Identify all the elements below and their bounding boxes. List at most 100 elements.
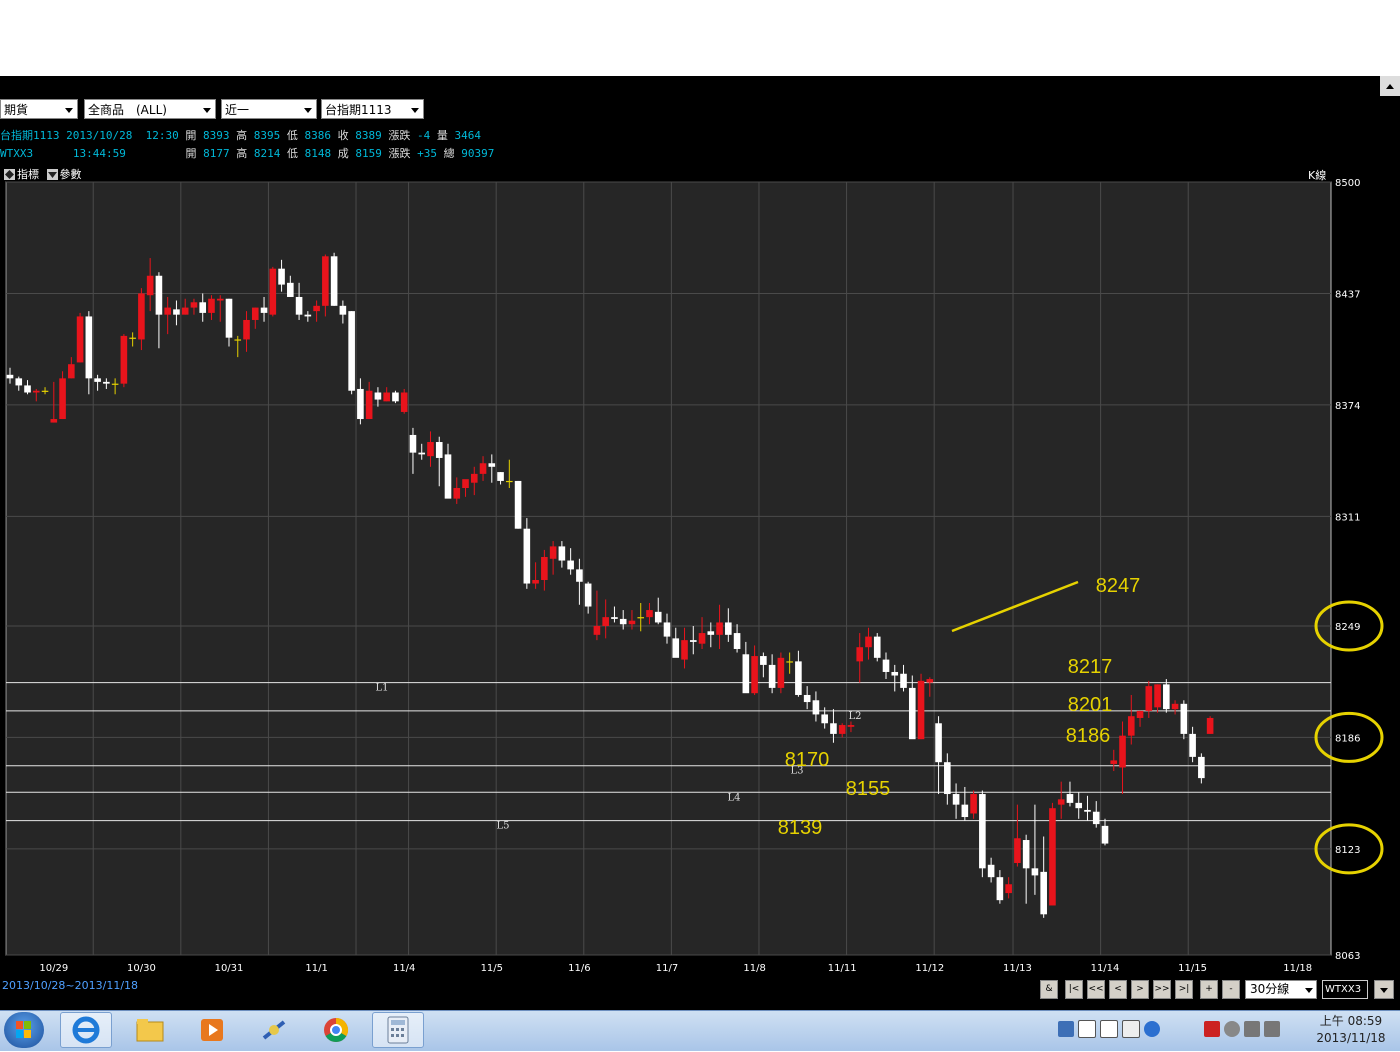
satellite-icon — [262, 1020, 286, 1040]
antivirus-icon[interactable] — [1204, 1021, 1220, 1037]
quote2-high: 8214 — [253, 147, 281, 160]
last-button[interactable]: >| — [1175, 980, 1193, 999]
candle-body — [961, 804, 969, 818]
x-tick-label: 11/13 — [1003, 963, 1032, 974]
media-taskbar-button[interactable] — [186, 1012, 238, 1048]
type-select[interactable]: 期貨 — [0, 99, 78, 119]
candle-body — [103, 381, 110, 384]
candle-body — [1022, 840, 1030, 869]
candle-body — [1180, 703, 1188, 734]
candle-body — [1075, 802, 1083, 809]
candle-body — [646, 610, 653, 618]
tray-arrow-icon[interactable] — [1164, 1021, 1180, 1037]
symbol-select-value: 台指期1113 — [325, 103, 392, 117]
zoom-out-button[interactable]: - — [1222, 980, 1240, 999]
y-tick-label: 8374 — [1335, 401, 1360, 412]
half-width-icon[interactable] — [1100, 1020, 1118, 1038]
product-select[interactable]: 全商品 (ALL) — [84, 99, 216, 119]
explorer-taskbar-button[interactable] — [124, 1012, 176, 1048]
candle-body — [251, 307, 259, 320]
folder-icon — [136, 1019, 164, 1042]
candle-body — [593, 625, 601, 635]
x-tick-label: 11/1 — [305, 963, 327, 974]
quote-line-1: 台指期1113 2013/10/28 12:30 開 8393 高 8395 低… — [0, 127, 481, 143]
candle-body — [917, 680, 925, 740]
chevron-down-icon — [304, 108, 312, 113]
quote2-open: 8177 — [203, 147, 230, 160]
quote2-time: 13:44:59 — [72, 147, 126, 160]
candle-body — [15, 378, 23, 386]
amp-button[interactable]: & — [1040, 980, 1058, 999]
date-range-label: 2013/10/28~2013/11/18 — [2, 979, 139, 992]
candle-body — [1206, 717, 1214, 734]
x-tick-label: 11/15 — [1178, 963, 1207, 974]
fast-back-button[interactable]: << — [1087, 980, 1105, 999]
annotation-label: 8217 — [1068, 656, 1113, 678]
ie-taskbar-button[interactable] — [60, 1012, 112, 1048]
candle-body — [129, 337, 136, 339]
zoom-in-button[interactable]: + — [1200, 980, 1218, 999]
x-tick-label: 11/7 — [656, 963, 678, 974]
font-a-icon[interactable] — [1078, 1020, 1096, 1038]
candle-body — [120, 335, 128, 384]
x-tick-label: 10/31 — [215, 963, 244, 974]
contract-select[interactable]: 近一 — [221, 99, 317, 119]
candle-body — [514, 480, 522, 529]
forward-button[interactable]: > — [1131, 980, 1149, 999]
candle-body — [190, 302, 198, 308]
fast-forward-button[interactable]: >> — [1153, 980, 1171, 999]
ime-icon[interactable] — [1058, 1021, 1074, 1037]
candle-body — [1198, 756, 1205, 779]
tray-up-icon[interactable] — [1184, 1021, 1200, 1037]
candle-body — [173, 309, 180, 315]
chevron-down-icon — [411, 108, 419, 113]
candle-body — [681, 640, 688, 660]
start-button[interactable] — [4, 1012, 44, 1048]
calculator-taskbar-button[interactable] — [372, 1012, 424, 1048]
interval-select[interactable]: 30分線 — [1245, 980, 1317, 999]
quote2-name: WTXX3 — [0, 147, 34, 160]
candle-body — [1127, 716, 1135, 736]
candle-body — [733, 633, 741, 649]
candlestick-chart[interactable]: L1L2L3L4L5 85008437837483118249818681238… — [0, 175, 1400, 985]
candle-body — [619, 618, 627, 625]
chrome-taskbar-button[interactable] — [310, 1012, 362, 1048]
candle-body — [865, 636, 872, 648]
candle-body — [181, 307, 189, 315]
candle-body — [365, 390, 373, 420]
candle-body — [698, 633, 706, 644]
volume-icon[interactable] — [1264, 1021, 1280, 1037]
code-input[interactable]: WTXX3 — [1322, 980, 1368, 999]
candle-body — [970, 794, 977, 814]
candle-body — [803, 694, 811, 703]
candle-body — [1189, 733, 1196, 757]
y-tick-label: 8311 — [1335, 512, 1360, 523]
candle-body — [146, 275, 154, 296]
app-taskbar-button[interactable] — [248, 1012, 300, 1048]
code-dropdown-button[interactable] — [1374, 980, 1394, 999]
x-tick-label: 11/6 — [568, 963, 590, 974]
quote2-chg-label: 漲跌 — [388, 147, 411, 160]
chevron-down-icon — [203, 108, 211, 113]
symbol-select[interactable]: 台指期1113 — [321, 99, 424, 119]
x-tick-label: 11/11 — [828, 963, 857, 974]
back-button[interactable]: < — [1109, 980, 1127, 999]
candle-body — [777, 657, 785, 688]
keyboard-icon[interactable] — [1122, 1020, 1140, 1038]
candle-body — [1031, 868, 1039, 876]
hline-label: L5 — [496, 821, 509, 832]
clock-date: 2013/11/18 — [1316, 1031, 1386, 1045]
hline-label: L2 — [848, 711, 861, 722]
y-tick-label: 8249 — [1335, 622, 1360, 633]
taskbar-clock[interactable]: 上午 08:59 2013/11/18 — [1306, 1013, 1396, 1047]
candle-body — [944, 762, 951, 795]
candle-body — [856, 647, 864, 662]
candle-body — [383, 392, 390, 402]
scroll-up-button[interactable] — [1380, 76, 1400, 96]
candle-body — [882, 659, 890, 672]
network-icon[interactable] — [1244, 1021, 1260, 1037]
help-icon[interactable] — [1144, 1021, 1160, 1037]
bluetooth-icon[interactable] — [1224, 1021, 1240, 1037]
hline-label: L4 — [727, 792, 740, 803]
first-button[interactable]: |< — [1065, 980, 1083, 999]
